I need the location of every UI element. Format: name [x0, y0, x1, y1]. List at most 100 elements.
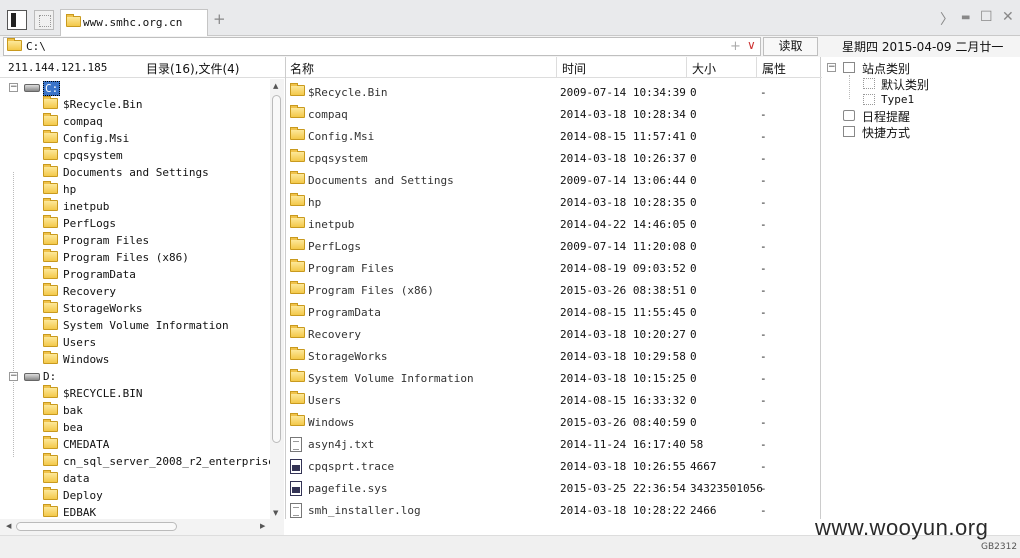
file-time: 2015-03-26 08:40:59: [560, 416, 686, 429]
file-attr: -: [760, 240, 767, 253]
file-attr: -: [760, 130, 767, 143]
tree-vertical-scrollbar[interactable]: ▲ ▼: [270, 79, 284, 519]
scroll-thumb[interactable]: [272, 95, 281, 443]
file-time: 2014-08-19 09:03:52: [560, 262, 686, 275]
tree-folder-label: $RECYCLE.BIN: [63, 387, 143, 400]
schedule-reminder[interactable]: 日程提醒: [862, 108, 910, 125]
scroll-thumb[interactable]: [16, 522, 177, 531]
site-category[interactable]: 站点类别: [862, 60, 910, 77]
file-row[interactable]: Config.Msi 2014-08-15 11:57:41 0 -: [286, 125, 822, 147]
file-row[interactable]: Users 2014-08-15 16:33:32 0 -: [286, 389, 822, 411]
folder-icon: [290, 391, 305, 404]
folder-icon: [290, 281, 305, 294]
column-size[interactable]: 大小: [692, 60, 716, 77]
file-row[interactable]: Documents and Settings 2009-07-14 13:06:4…: [286, 169, 822, 191]
scroll-right-icon[interactable]: ▶: [260, 522, 265, 530]
file-size: 0: [690, 372, 697, 385]
file-name: ProgramData: [308, 306, 381, 319]
tree-drive-d[interactable]: D:: [43, 370, 56, 383]
forward-icon[interactable]: 〉: [940, 9, 954, 29]
category-icon: [843, 62, 855, 73]
folder-icon: [43, 453, 58, 466]
scroll-up-icon[interactable]: ▲: [273, 82, 278, 90]
shortcuts[interactable]: 快捷方式: [862, 124, 910, 141]
file-row[interactable]: smh_installer.log 2014-03-18 10:28:22 2466…: [286, 499, 822, 521]
file-time: 2014-08-15 16:33:32: [560, 394, 686, 407]
file-row[interactable]: Recovery 2014-03-18 10:20:27 0 -: [286, 323, 822, 345]
file-name: Recovery: [308, 328, 361, 341]
tab-label: www.smhc.org.cn: [83, 16, 183, 29]
collapse-drive-d[interactable]: −: [9, 372, 18, 381]
column-attr[interactable]: 属性: [762, 60, 786, 77]
file-row[interactable]: hp 2014-03-18 10:28:35 0 -: [286, 191, 822, 213]
minimize-icon[interactable]: ▬: [961, 12, 970, 23]
tree-folder-label: cpqsystem: [63, 149, 123, 162]
file-row[interactable]: Windows 2015-03-26 08:40:59 0 -: [286, 411, 822, 433]
file-name: $Recycle.Bin: [308, 86, 388, 99]
file-attr: -: [760, 306, 767, 319]
scroll-down-icon[interactable]: ▼: [273, 509, 278, 517]
maximize-icon[interactable]: ☐: [980, 9, 993, 25]
file-row[interactable]: $Recycle.Bin 2009-07-14 10:34:39 0 -: [286, 81, 822, 103]
panel-toggle-button[interactable]: [7, 10, 27, 30]
tree-drive-c[interactable]: C:: [43, 81, 61, 96]
add-favorite-icon[interactable]: +: [730, 39, 741, 54]
folder-icon: [290, 105, 305, 118]
file-name: asyn4j.txt: [308, 438, 375, 451]
file-row[interactable]: ProgramData 2014-08-15 11:55:45 0 -: [286, 301, 822, 323]
add-tab-button[interactable]: +: [213, 12, 226, 27]
file-size: 0: [690, 306, 697, 319]
scroll-left-icon[interactable]: ◀: [6, 522, 11, 530]
file-name: compaq: [308, 108, 348, 121]
type1-category[interactable]: Type1: [881, 93, 914, 106]
collapse-drive-c[interactable]: −: [9, 83, 18, 92]
file-time: 2014-03-18 10:26:37: [560, 152, 686, 165]
file-row[interactable]: cpqsprt.trace 2014-03-18 10:26:55 4667 -: [286, 455, 822, 477]
file-row[interactable]: asyn4j.txt 2014-11-24 16:17:40 58 -: [286, 433, 822, 455]
folder-icon: [43, 317, 58, 330]
new-window-button[interactable]: [34, 10, 54, 30]
file-row[interactable]: System Volume Information 2014-03-18 10:1…: [286, 367, 822, 389]
file-time: 2009-07-14 13:06:44: [560, 174, 686, 187]
tab-site[interactable]: www.smhc.org.cn: [60, 9, 208, 36]
item-counts: 目录(16),文件(4): [146, 62, 240, 76]
column-name[interactable]: 名称: [290, 60, 314, 77]
folder-icon: [43, 385, 58, 398]
file-size: 0: [690, 218, 697, 231]
file-row[interactable]: Program Files 2014-08-19 09:03:52 0 -: [286, 257, 822, 279]
file-attr: -: [760, 460, 767, 473]
folder-icon: [43, 198, 58, 211]
file-row[interactable]: StorageWorks 2014-03-18 10:29:58 0 -: [286, 345, 822, 367]
watermark: www.wooyun.org: [815, 515, 989, 540]
tree-horizontal-scrollbar[interactable]: ◀ ▶: [0, 519, 284, 535]
file-attr: -: [760, 394, 767, 407]
server-ip: 211.144.121.185: [8, 61, 108, 74]
tree-folder-label: $Recycle.Bin: [63, 98, 143, 111]
file-attr: -: [760, 174, 767, 187]
collapse-site-category[interactable]: −: [827, 63, 836, 72]
tree-folder-label: Config.Msi: [63, 132, 130, 145]
file-size: 0: [690, 350, 697, 363]
file-name: inetpub: [308, 218, 355, 231]
tree-folder-label: Documents and Settings: [63, 166, 209, 179]
encoding-label[interactable]: GB2312: [981, 542, 1017, 552]
read-button[interactable]: 读取: [763, 37, 818, 56]
file-row[interactable]: inetpub 2014-04-22 14:46:05 0 -: [286, 213, 822, 235]
close-icon[interactable]: ✕: [1002, 9, 1014, 25]
chevron-down-icon[interactable]: ∨: [747, 38, 756, 52]
file-row[interactable]: pagefile.sys 2015-03-25 22:36:54 343235010…: [286, 477, 822, 499]
folder-icon: [43, 402, 58, 415]
file-row[interactable]: Program Files (x86) 2015-03-26 08:38:51 0 -: [286, 279, 822, 301]
file-row[interactable]: compaq 2014-03-18 10:28:34 0 -: [286, 103, 822, 125]
file-row[interactable]: cpqsystem 2014-03-18 10:26:37 0 -: [286, 147, 822, 169]
column-time[interactable]: 时间: [562, 60, 586, 77]
address-input[interactable]: C:\ + ∨: [3, 37, 761, 56]
tree-folder-label: hp: [63, 183, 77, 196]
folder-icon: [43, 164, 58, 177]
file-time: 2009-07-14 11:20:08: [560, 240, 686, 253]
file-time: 2014-03-18 10:26:55: [560, 460, 686, 473]
file-size: 0: [690, 108, 697, 121]
default-category[interactable]: 默认类别: [881, 76, 929, 93]
file-row[interactable]: PerfLogs 2009-07-14 11:20:08 0 -: [286, 235, 822, 257]
folder-icon: [290, 149, 305, 162]
